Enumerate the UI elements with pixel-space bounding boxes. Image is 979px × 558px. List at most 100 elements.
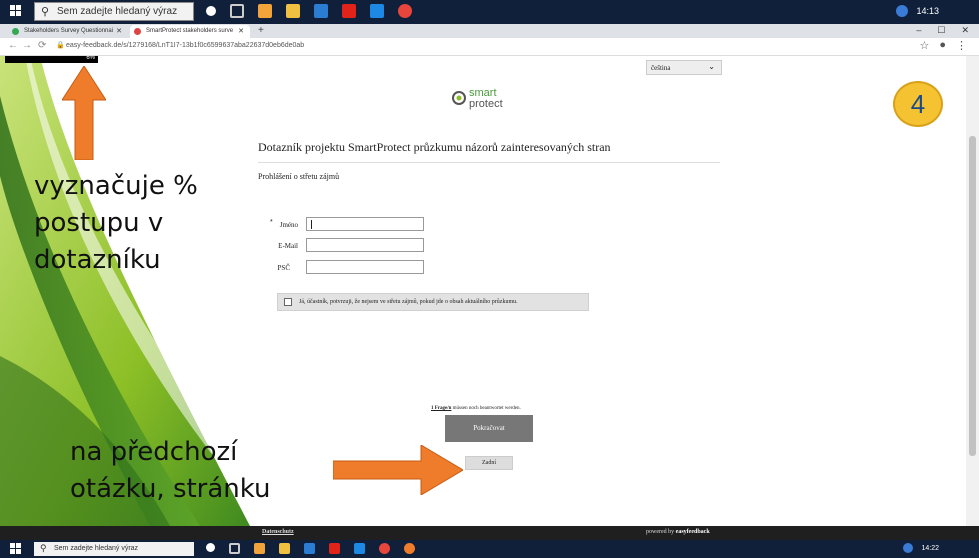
close-window-button[interactable]: ✕ [961,25,969,36]
chrome-icon[interactable] [398,4,412,18]
windows-taskbar-top: ⚲ Sem zadejte hledaný výraz 14:13 [0,0,979,24]
close-tab-icon[interactable]: ✕ [238,27,244,35]
annotation-line: vyznačuje % [34,171,198,201]
right-arrow-annotation-icon [333,445,463,495]
taskbar-search-box[interactable]: ⚲ Sem zadejte hledaný výraz [34,2,194,21]
annotation-line: postupu v [34,208,164,238]
tab-favicon-icon [12,28,19,35]
taskbar-pinned-apps [206,543,415,554]
taskbar-search-box[interactable]: ⚲ Sem zadejte hledaný výraz [34,542,194,556]
consent-checkbox[interactable] [284,298,292,306]
continue-button[interactable]: Pokračovat [445,415,533,442]
powered-by-text: powered by easyfeedback [646,529,710,535]
menu-kebab-icon[interactable]: ⋮ [956,39,967,52]
photos-app-icon[interactable] [258,4,272,18]
maximize-button[interactable]: ☐ [937,25,945,36]
easyfeedback-link[interactable]: easyfeedback [676,529,710,535]
annotation-line: dotazníku [34,245,161,275]
word-icon[interactable] [370,4,384,18]
windows-start-icon[interactable] [10,5,22,17]
task-view-icon[interactable] [229,543,240,554]
word-icon[interactable] [354,543,365,554]
zip-field[interactable] [306,260,424,274]
network-icon[interactable] [896,5,909,17]
smartprotect-logo: smart protect [451,88,523,118]
file-explorer-icon[interactable] [286,4,300,18]
email-field-label: E-Mail [278,242,298,250]
system-tray: 14:22 [903,543,939,553]
progress-bar: 6% [5,56,98,63]
browser-tab-strip: Stakeholders Survey Questionnai ✕ SmartP… [0,24,979,38]
bookmark-star-icon[interactable]: ☆ [919,39,929,52]
unanswered-notice-text: müssen noch beantwortet werden. [451,406,521,411]
browser-address-bar: ← → ⟳ 🔒 easy-feedback.de/s/1279168/LnT1I… [0,38,979,56]
browser-tab-1[interactable]: Stakeholders Survey Questionnai ✕ [8,25,128,38]
minimize-button[interactable]: – [916,25,921,36]
up-arrow-annotation-icon [62,66,106,160]
acrobat-icon[interactable] [342,4,356,18]
survey-title: Dotazník projektu SmartProtect průzkumu … [258,140,611,154]
back-button[interactable]: Zadní [465,456,513,470]
language-select-value: čeština [651,64,671,72]
chrome-icon[interactable] [379,543,390,554]
title-divider [258,162,720,163]
email-field[interactable] [306,238,424,252]
page-footer: Datenschutz powered by easyfeedback [0,526,979,540]
powered-by-prefix: powered by [646,529,676,535]
close-tab-icon[interactable]: ✕ [116,27,122,35]
cortana-icon[interactable] [206,6,216,16]
consent-text: Já, účastník, potvrzuji, že nejsem ve st… [299,299,518,305]
photos-app-icon[interactable] [254,543,265,554]
address-bar-actions: ☆ ● ⋮ [919,39,967,52]
tray-clock[interactable]: 14:13 [916,6,939,16]
forward-arrow-icon[interactable]: → [22,40,32,51]
consent-checkbox-row[interactable]: Já, účastník, potvrzuji, že nejsem ve st… [277,293,589,311]
unanswered-link[interactable]: 1 Frage/n [431,406,451,411]
name-field[interactable] [306,217,424,231]
tab-title: SmartProtect stakeholders surve [146,28,234,34]
profile-icon[interactable]: ● [939,39,946,52]
network-icon[interactable] [903,543,914,553]
outlook-icon[interactable] [314,4,328,18]
cortana-icon[interactable] [206,543,215,552]
tab-favicon-icon [134,28,141,35]
section-title: Prohlášení o střetu zájmů [258,172,340,181]
system-tray: 14:13 [896,5,939,17]
name-field-label: Jméno [279,221,298,229]
annotation-line: otázku, stránku [70,474,271,504]
step-number-badge: 4 [893,81,943,127]
window-controls: – ☐ ✕ [916,25,969,36]
reload-icon[interactable]: ⟳ [38,40,46,51]
text-caret [311,220,312,229]
back-annotation: na předchozí otázku, stránku [70,434,271,508]
new-tab-button[interactable]: + [258,25,264,36]
survey-page: 6% čeština ⌄ smart protect 4 Dotazník pr… [0,56,966,526]
browser-tab-2[interactable]: SmartProtect stakeholders surve ✕ [130,25,250,38]
outlook-icon[interactable] [304,543,315,554]
page-scrollbar[interactable] [966,56,979,526]
url-field[interactable]: easy-feedback.de/s/1279168/LnT1I7-13b1f0… [66,42,304,49]
search-icon: ⚲ [40,543,47,553]
privacy-link[interactable]: Datenschutz [262,529,294,535]
annotation-line: na předchozí [70,437,238,467]
search-icon: ⚲ [41,6,50,18]
windows-start-icon[interactable] [10,543,22,555]
tab-title: Stakeholders Survey Questionnai [24,28,114,34]
taskbar-search-placeholder: Sem zadejte hledaný výraz [57,6,178,17]
progress-annotation: vyznačuje % postupu v dotazníku [34,168,198,279]
taskbar-search-placeholder: Sem zadejte hledaný výraz [54,545,139,552]
lock-icon: 🔒 [56,42,65,49]
task-view-icon[interactable] [230,4,244,18]
scrollbar-thumb[interactable] [969,136,976,456]
taskbar-pinned-apps [206,4,412,18]
logo-text-protect: protect [469,98,503,110]
acrobat-icon[interactable] [329,543,340,554]
language-select[interactable]: čeština ⌄ [646,60,722,75]
file-explorer-icon[interactable] [279,543,290,554]
app-icon[interactable] [404,543,415,554]
zip-field-label: PSČ [277,264,290,272]
back-arrow-icon[interactable]: ← [8,40,18,51]
chevron-down-icon: ⌄ [708,62,715,71]
tray-clock[interactable]: 14:22 [921,545,939,552]
windows-taskbar-bottom: ⚲ Sem zadejte hledaný výraz 14:22 [0,540,979,558]
